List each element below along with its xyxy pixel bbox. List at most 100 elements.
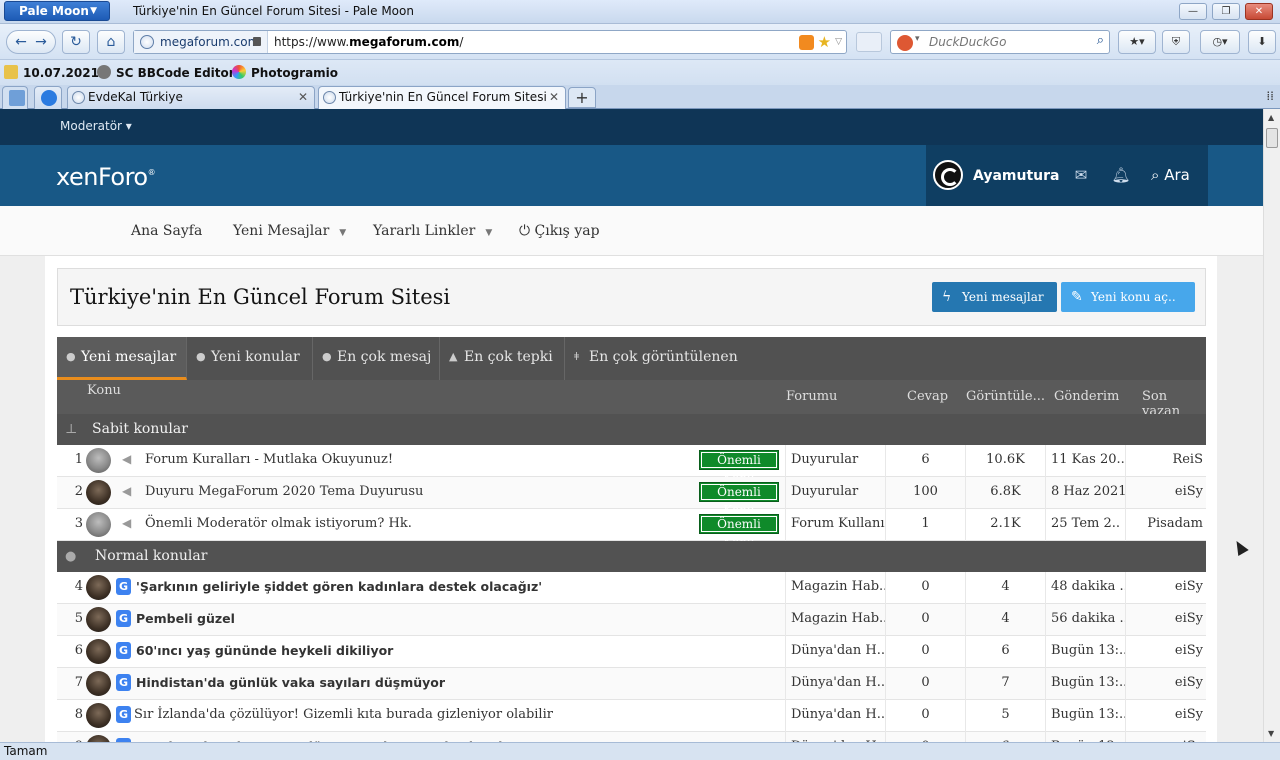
forum-cell[interactable]: Dünya'dan H.. [785, 636, 885, 668]
vertical-scrollbar[interactable]: ▲ ▼ [1263, 109, 1280, 742]
avatar[interactable] [86, 703, 111, 728]
table-row[interactable]: 4 G 'Şarkının geliriyle şiddet gören kadın… [57, 572, 1206, 604]
forum-cell[interactable]: Duyurular [785, 477, 885, 509]
last-poster-cell[interactable]: eiSy [1125, 700, 1206, 732]
tab-most-posts[interactable]: ● En çok mesaj [313, 337, 440, 380]
search-bar[interactable]: ▾ ⌕ [890, 30, 1110, 54]
thread-title[interactable]: Önemli Moderatör olmak istiyorum? Hk. [145, 516, 412, 531]
avatar[interactable] [86, 575, 111, 600]
thread-title[interactable]: Hindistan'da günlük vaka sayıları düşmüy… [136, 675, 445, 690]
table-row[interactable]: 8 G Sır İzlanda'da çözülüyor! Gizemli kıta… [57, 700, 1206, 732]
moderator-menu[interactable]: Moderatör ▾ [60, 119, 132, 133]
forum-search-button[interactable]: ⌕ Ara [1141, 145, 1208, 206]
bookmark-folder[interactable]: 10.07.2021 [4, 65, 99, 81]
forum-cell[interactable]: Duyurular [785, 445, 885, 477]
date-cell[interactable]: 56 dakika .. [1045, 604, 1125, 636]
url-text[interactable]: https://www.megaforum.com/ [274, 31, 463, 53]
last-poster-cell[interactable]: eiSy [1125, 604, 1206, 636]
tab-forum[interactable]: Türkiye'nin En Güncel Forum Sitesi ✕ [318, 86, 566, 109]
ublock-button[interactable]: ⛨ [1162, 30, 1190, 54]
back-forward-buttons[interactable]: ← → [6, 30, 56, 54]
forum-cell[interactable]: Magazin Hab.. [785, 572, 885, 604]
forum-cell[interactable]: Dünya'dan H.. [785, 700, 885, 732]
last-poster-cell[interactable]: eiSy [1125, 668, 1206, 700]
caret-down-icon[interactable]: ▼ [339, 228, 346, 238]
thread-title[interactable]: 60'ıncı yaş gününde heykeli dikiliyor [136, 643, 393, 658]
avatar[interactable] [86, 512, 111, 537]
tab-new-threads[interactable]: ● Yeni konular [187, 337, 313, 380]
pinned-tab[interactable] [2, 86, 28, 109]
last-poster-cell[interactable]: eiSy [1125, 572, 1206, 604]
date-cell[interactable]: 25 Tem 2.. [1045, 509, 1125, 541]
avatar[interactable] [86, 480, 111, 505]
date-cell[interactable]: 11 Kas 20.. [1045, 445, 1125, 477]
avatar[interactable] [86, 639, 111, 664]
user-menu[interactable]: Ayamutura [926, 145, 1061, 206]
avatar[interactable] [86, 735, 111, 742]
nav-useful-links[interactable]: Yararlı Linkler ▼ [373, 223, 492, 239]
col-forum[interactable]: Forumu [786, 389, 837, 404]
avatar[interactable] [86, 607, 111, 632]
col-sent[interactable]: Gönderim [1054, 389, 1119, 404]
bookmark-item[interactable]: SC BBCode Editor [97, 65, 235, 81]
tab-list-icon[interactable]: ⁞⁞ [1266, 89, 1274, 103]
pinned-tab[interactable] [34, 86, 62, 109]
close-tab-icon[interactable]: ✕ [549, 87, 559, 108]
table-row[interactable]: 9GTavuk çorbası kazanına düşen aşçı haya… [57, 732, 1206, 742]
history-dropdown-icon[interactable]: ▽ [835, 37, 842, 47]
new-posts-button[interactable]: ϟ Yeni mesajlar [932, 282, 1057, 312]
nav-home[interactable]: Ana Sayfa [131, 223, 202, 239]
forum-cell[interactable]: Dünya'dan H.. [785, 668, 885, 700]
tab-new-posts[interactable]: ● Yeni mesajlar [57, 337, 187, 380]
site-identity-button[interactable]: megaforum.com [134, 31, 268, 53]
site-logo[interactable]: xenForo® [56, 163, 156, 191]
col-replies[interactable]: Cevap [907, 389, 948, 404]
thread-title[interactable]: Sır İzlanda'da çözülüyor! Gizemli kıta b… [134, 707, 553, 722]
table-row[interactable]: 2 ◀ Duyuru MegaForum 2020 Tema Duyurusu Öne… [57, 477, 1206, 517]
search-input[interactable] [929, 31, 1089, 53]
forward-icon[interactable]: → [31, 31, 51, 53]
tab-most-viewed[interactable]: ǂ En çok görüntülenen [565, 337, 745, 380]
col-views[interactable]: Görüntüle... [966, 389, 1045, 404]
thread-title[interactable]: 'Şarkının geliriyle şiddet gören kadınla… [136, 579, 542, 594]
thread-title[interactable]: Forum Kuralları - Mutlaka Okuyunuz! [145, 452, 393, 467]
home-button[interactable]: ⌂ [97, 30, 125, 54]
date-cell[interactable]: Bugün 13:.. [1045, 700, 1125, 732]
tab-most-reactions[interactable]: ▲ En çok tepki [440, 337, 565, 380]
date-cell[interactable]: 48 dakika .. [1045, 572, 1125, 604]
forum-cell[interactable]: Dünya'dan H.. [785, 732, 885, 742]
url-bar[interactable]: megaforum.com https://www.megaforum.com/… [133, 30, 847, 54]
last-poster-cell[interactable]: Pisadam [1125, 509, 1206, 541]
app-menu-button[interactable]: Pale Moon ▼ [4, 1, 110, 21]
thread-title[interactable]: Duyuru MegaForum 2020 Tema Duyurusu [145, 484, 423, 499]
close-button[interactable]: ✕ [1245, 3, 1273, 20]
close-tab-icon[interactable]: ✕ [298, 87, 308, 108]
tab-evdekal[interactable]: EvdeKal Türkiye ✕ [67, 86, 315, 109]
duckduckgo-icon[interactable] [897, 35, 913, 51]
avatar[interactable] [86, 448, 111, 473]
new-thread-button[interactable]: ✎ Yeni konu aç.. [1061, 282, 1195, 312]
downloads-button[interactable]: ⬇ [1248, 30, 1276, 54]
reader-view-button[interactable] [856, 32, 882, 52]
bookmark-star-icon[interactable]: ★ [818, 34, 831, 50]
last-poster-cell[interactable]: eiSy [1125, 477, 1206, 509]
avatar[interactable] [86, 671, 111, 696]
scroll-thumb[interactable] [1266, 128, 1278, 148]
date-cell[interactable]: 8 Haz 2021 [1045, 477, 1125, 509]
nav-new-posts[interactable]: Yeni Mesajlar ▼ [233, 223, 346, 239]
forum-cell[interactable]: Forum Kullanı.. [785, 509, 885, 541]
maximize-button[interactable]: ❐ [1212, 3, 1240, 20]
table-row[interactable]: 1 ◀ Forum Kuralları - Mutlaka Okuyunuz! Öne… [57, 445, 1206, 485]
table-row[interactable]: 6 G 60'ıncı yaş gününde heykeli dikiliyor D… [57, 636, 1206, 668]
bookmarks-menu-button[interactable]: ★▾ [1118, 30, 1156, 54]
scroll-up-icon[interactable]: ▲ [1268, 113, 1274, 122]
nav-logout[interactable]: ⏻ Çıkış yap [519, 223, 600, 239]
bookmark-item[interactable]: Photogramio [232, 65, 338, 81]
col-topic[interactable]: Konu [87, 383, 121, 398]
reload-button[interactable]: ↻ [62, 30, 90, 54]
new-tab-button[interactable]: + [568, 87, 596, 108]
minimize-button[interactable]: — [1179, 3, 1207, 20]
date-cell[interactable]: Bugün 13:.. [1045, 636, 1125, 668]
thread-title[interactable]: Pembeli güzel [136, 611, 235, 626]
history-button[interactable]: ◷▾ [1200, 30, 1240, 54]
